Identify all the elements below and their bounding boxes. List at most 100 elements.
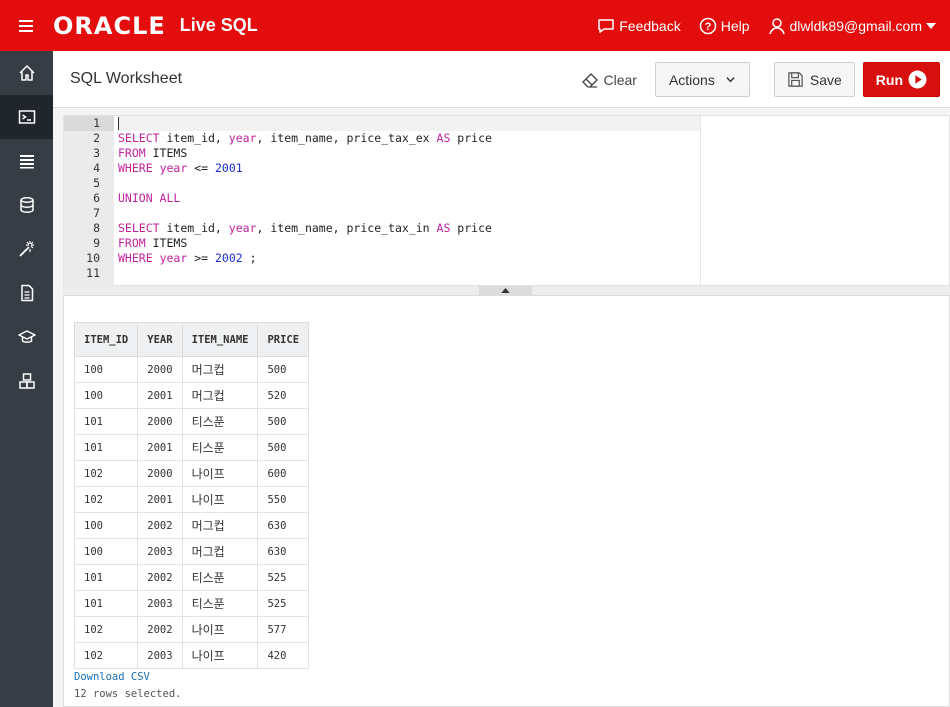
code-area[interactable]: SELECT item_id, year, item_name, price_t… [118,116,700,281]
nav-my-session[interactable] [0,139,53,183]
table-row: 101 2003 티스푼 525 [73,590,310,617]
table-cell: 100 [73,512,139,539]
sql-text: ; [242,251,257,265]
table-cell: 2002 [137,564,183,591]
table-cell: 630 [257,538,310,565]
graduation-cap-icon [17,330,36,343]
document-icon [20,284,33,302]
code-line: SELECT item_id, year, item_name, price_t… [118,131,700,146]
side-nav [0,51,53,707]
play-icon [908,70,927,89]
table-cell: 2002 [137,512,183,539]
sql-text: price [450,131,492,145]
table-cell: 나이프 [181,616,259,643]
sql-keyword: SELECT [118,221,160,235]
table-cell: 102 [73,486,139,513]
table-cell: 577 [257,616,310,643]
terminal-icon [18,110,35,124]
sql-keyword: AS [436,221,451,235]
nav-sql-worksheet[interactable] [0,95,53,139]
column-header: ITEM_ID [73,322,139,357]
table-cell: 101 [73,564,139,591]
sql-number: 2001 [214,161,243,175]
table-cell: 2002 [137,616,183,643]
table-cell: 머그컵 [181,356,259,383]
sql-text: >= [187,251,215,265]
code-line [118,116,700,131]
line-number: 1 [64,116,114,131]
run-label: Run [875,71,903,88]
nav-home[interactable] [0,51,53,95]
table-cell: 101 [73,408,139,435]
table-cell: 머그컵 [181,382,259,409]
table-cell: 101 [73,434,139,461]
line-number: 8 [93,221,100,235]
blocks-icon [18,373,35,389]
table-cell: 2001 [137,486,183,513]
table-row: 100 2001 머그컵 520 [73,382,310,409]
download-csv-link[interactable]: Download CSV [74,671,150,683]
line-number: 6 [93,191,100,205]
sql-text: <= [187,161,215,175]
code-line: WHERE year <= 2001 [118,161,700,176]
actions-label: Actions [668,71,715,88]
table-cell: 101 [73,590,139,617]
sql-keyword: year [159,251,188,265]
feedback-link[interactable]: Feedback [597,17,681,35]
help-icon: ? [699,17,716,34]
table-cell: 525 [257,564,310,591]
clear-button[interactable]: Clear [571,63,646,97]
brand-logo[interactable]: ORACLE Live SQL [53,12,258,40]
sql-keyword: UNION ALL [118,191,181,205]
line-number: 2 [93,131,100,145]
table-cell: 티스푼 [181,434,259,461]
save-button[interactable]: Save [773,62,855,97]
line-number: 9 [93,236,100,250]
table-row: 101 2001 티스푼 500 [73,434,310,461]
run-button[interactable]: Run [862,62,940,97]
database-icon [19,197,34,213]
hamburger-icon [18,19,33,32]
worksheet-header: SQL Worksheet Clear Actions Save Run [53,51,950,108]
page-title: SQL Worksheet [70,70,183,87]
sql-text: item_id, [159,131,229,145]
sql-keyword: year [228,131,257,145]
table-header-row: ITEM_ID YEAR ITEM_NAME PRICE [73,322,310,357]
caret-up-icon [501,288,510,293]
table-cell: 티스푼 [181,590,259,617]
column-header: PRICE [257,322,310,357]
nav-code-library[interactable] [0,359,53,403]
table-cell: 2001 [137,434,183,461]
menu-toggle-button[interactable] [0,0,53,51]
table-cell: 420 [257,642,310,669]
table-cell: 500 [257,434,310,461]
sql-number: 2002 [214,251,243,265]
results-table: ITEM_ID YEAR ITEM_NAME PRICE 100 2000 머그컵 5… [73,322,310,669]
results-pane: ITEM_ID YEAR ITEM_NAME PRICE 100 2000 머그컵 5… [63,295,950,707]
table-cell: 티스푼 [181,408,259,435]
help-link[interactable]: ? Help [699,17,750,35]
sql-keyword: FROM [118,236,146,250]
table-cell: 600 [257,460,310,487]
chevron-down-icon [726,77,735,83]
code-line: FROM ITEMS [118,146,700,161]
table-cell: 100 [73,356,139,383]
actions-dropdown[interactable]: Actions [654,62,750,97]
collapse-handle[interactable] [479,286,532,295]
table-row: 102 2001 나이프 550 [73,486,310,513]
sql-text: , item_name, price_tax_ex [256,131,437,145]
nav-my-tutorials[interactable] [0,315,53,359]
nav-schema[interactable] [0,183,53,227]
sql-text: ITEMS [145,146,188,160]
sql-editor[interactable]: 1 2 3 4 5 6 7 8 9 10 11 SELECT item_id, … [63,115,950,286]
rows-selected-status: 12 rows selected. [74,688,182,700]
sql-keyword: SELECT [118,131,160,145]
nav-my-scripts[interactable] [0,271,53,315]
line-number: 7 [93,206,100,220]
user-menu[interactable]: dlwldk89@gmail.com [768,17,936,35]
table-row: 101 2002 티스푼 525 [73,564,310,591]
line-number: 3 [93,146,100,160]
pane-splitter[interactable] [63,286,950,295]
nav-quick-sql[interactable] [0,227,53,271]
table-cell: 2000 [137,356,183,383]
